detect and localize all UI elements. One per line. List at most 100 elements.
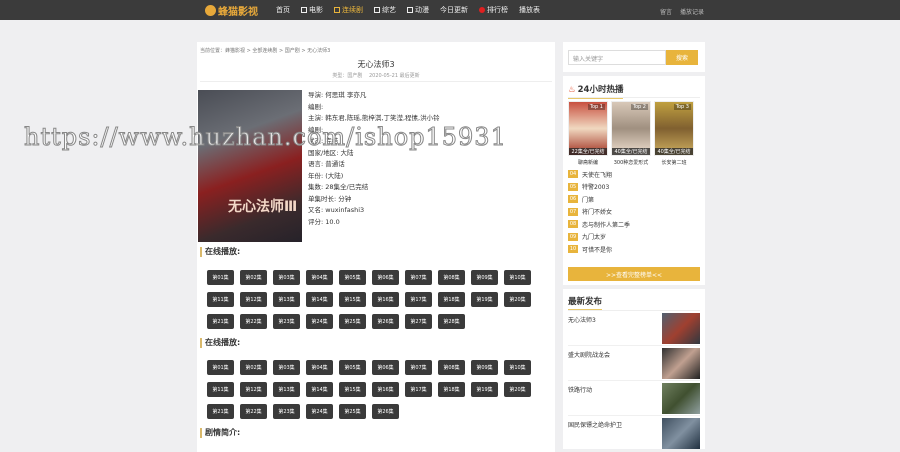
info-line: 年份: (大陆) xyxy=(308,171,344,180)
history-link[interactable]: 播放记录 xyxy=(680,7,704,16)
episode-button[interactable]: 第09集 xyxy=(471,270,498,285)
episode-button[interactable]: 第13集 xyxy=(273,292,300,307)
episode-button[interactable]: 第22集 xyxy=(240,404,267,419)
episode-button[interactable]: 第19集 xyxy=(471,382,498,397)
latest-item-title: 国民保镖之绝命护卫 xyxy=(568,422,623,429)
episode-button[interactable]: 第24集 xyxy=(306,404,333,419)
latest-item[interactable]: 无心法师3 xyxy=(568,313,700,346)
info-line: 单集时长: 分钟 xyxy=(308,194,352,203)
latest-item[interactable]: 盛大剧院战龙会 xyxy=(568,348,700,381)
episode-button[interactable]: 第04集 xyxy=(306,270,333,285)
latest-thumbnail[interactable] xyxy=(662,418,700,449)
latest-item[interactable]: 铁路行动 xyxy=(568,383,700,416)
latest-thumbnail[interactable] xyxy=(662,313,700,344)
episode-button[interactable]: 第10集 xyxy=(504,360,531,375)
movie-poster[interactable]: 无心法师Ⅲ xyxy=(198,90,302,242)
nav-item[interactable]: 播放表 xyxy=(519,5,540,15)
top-thumbnail[interactable]: Top 3 40集全/已完结 xyxy=(654,101,694,156)
rank-number: 07 xyxy=(568,207,578,216)
search-input[interactable]: 输入关键字 xyxy=(568,50,666,65)
episode-button[interactable]: 第07集 xyxy=(405,360,432,375)
episode-button[interactable]: 第26集 xyxy=(372,404,399,419)
episode-button[interactable]: 第12集 xyxy=(240,382,267,397)
nav-item[interactable]: 动漫 xyxy=(407,5,429,15)
episode-button[interactable]: 第05集 xyxy=(339,360,366,375)
episode-button[interactable]: 第03集 xyxy=(273,270,300,285)
episode-button[interactable]: 第16集 xyxy=(372,292,399,307)
episode-button[interactable]: 第01集 xyxy=(207,270,234,285)
episode-button[interactable]: 第19集 xyxy=(471,292,498,307)
episode-button[interactable]: 第14集 xyxy=(306,292,333,307)
top-item[interactable]: Top 3 40集全/已完结 长安第二班 xyxy=(654,101,694,166)
episode-button[interactable]: 第24集 xyxy=(306,314,333,329)
nav-item[interactable]: 连续剧 xyxy=(334,5,363,15)
site-logo[interactable]: 蜂猫影视 xyxy=(205,3,258,18)
rank-item[interactable]: 09 九门太岁 xyxy=(568,231,700,244)
rank-item[interactable]: 07 将门不娇女 xyxy=(568,206,700,219)
rank-item[interactable]: 04 天使在飞翔 xyxy=(568,168,700,181)
latest-thumbnail[interactable] xyxy=(662,383,700,414)
episode-button[interactable]: 第10集 xyxy=(504,270,531,285)
rank-item[interactable]: 05 特警2003 xyxy=(568,181,700,194)
episode-button[interactable]: 第23集 xyxy=(273,404,300,419)
episode-button[interactable]: 第25集 xyxy=(339,404,366,419)
top-item[interactable]: Top 1 22集全/已完结 聊斋新编 xyxy=(568,101,608,166)
episode-button[interactable]: 第08集 xyxy=(438,270,465,285)
episode-button[interactable]: 第26集 xyxy=(372,314,399,329)
episode-button[interactable]: 第14集 xyxy=(306,382,333,397)
episode-button[interactable]: 第08集 xyxy=(438,360,465,375)
episode-button[interactable]: 第23集 xyxy=(273,314,300,329)
episode-button[interactable]: 第18集 xyxy=(438,382,465,397)
episode-button[interactable]: 第06集 xyxy=(372,360,399,375)
rank-item[interactable]: 06 门第 xyxy=(568,193,700,206)
main-content: 当前位置：蜂猫影视 > 全部连续剧 > 国产剧 > 无心法师3 无心法师3 类型… xyxy=(197,42,555,452)
episode-button[interactable]: 第17集 xyxy=(405,292,432,307)
top-thumbnail[interactable]: Top 2 40集全/已完结 xyxy=(611,101,651,156)
episode-button[interactable]: 第13集 xyxy=(273,382,300,397)
nav-item[interactable]: 电影 xyxy=(301,5,323,15)
episode-button[interactable]: 第15集 xyxy=(339,382,366,397)
full-ranking-button[interactable]: >>查看完整榜单<< xyxy=(568,267,700,281)
rank-item[interactable]: 08 恋与制作人第二季 xyxy=(568,218,700,231)
episode-button[interactable]: 第22集 xyxy=(240,314,267,329)
episode-button[interactable]: 第21集 xyxy=(207,404,234,419)
top-item[interactable]: Top 2 40集全/已完结 300种恋爱形式 xyxy=(611,101,651,166)
page-title: 无心法师3 xyxy=(357,60,395,69)
nav-item[interactable]: 排行榜 xyxy=(479,5,508,15)
latest-thumbnail[interactable] xyxy=(662,348,700,379)
nav-item[interactable]: 综艺 xyxy=(374,5,396,15)
rank-title: 可惜不是你 xyxy=(582,246,613,254)
episode-button[interactable]: 第01集 xyxy=(207,360,234,375)
episode-button[interactable]: 第09集 xyxy=(471,360,498,375)
nav-item[interactable]: 首页 xyxy=(276,5,290,15)
episode-button[interactable]: 第11集 xyxy=(207,382,234,397)
episode-button[interactable]: 第20集 xyxy=(504,292,531,307)
episode-button[interactable]: 第18集 xyxy=(438,292,465,307)
search-button[interactable]: 搜索 xyxy=(666,50,698,65)
episode-button[interactable]: 第16集 xyxy=(372,382,399,397)
episode-button[interactable]: 第25集 xyxy=(339,314,366,329)
episode-button[interactable]: 第04集 xyxy=(306,360,333,375)
latest-item[interactable]: 国民保镖之绝命护卫 xyxy=(568,418,700,451)
episode-button[interactable]: 第28集 xyxy=(438,314,465,329)
top-thumbnail[interactable]: Top 1 22集全/已完结 xyxy=(568,101,608,156)
episode-button[interactable]: 第20集 xyxy=(504,382,531,397)
episode-button[interactable]: 第02集 xyxy=(240,270,267,285)
episode-button[interactable]: 第07集 xyxy=(405,270,432,285)
rank-item[interactable]: 10 可惜不是你 xyxy=(568,243,700,256)
episode-button[interactable]: 第15集 xyxy=(339,292,366,307)
episode-button[interactable]: 第02集 xyxy=(240,360,267,375)
episode-button[interactable]: 第17集 xyxy=(405,382,432,397)
episode-button[interactable]: 第27集 xyxy=(405,314,432,329)
episode-button[interactable]: 第12集 xyxy=(240,292,267,307)
rank-number: 04 xyxy=(568,170,578,179)
episode-button[interactable]: 第03集 xyxy=(273,360,300,375)
rank-title: 将门不娇女 xyxy=(582,209,613,217)
episode-button[interactable]: 第05集 xyxy=(339,270,366,285)
episode-button[interactable]: 第21集 xyxy=(207,314,234,329)
episode-button[interactable]: 第06集 xyxy=(372,270,399,285)
episode-button[interactable]: 第11集 xyxy=(207,292,234,307)
latest-panel: 最新发布 无心法师3 盛大剧院战龙会 铁路行动 国民保镖之绝命护卫 xyxy=(563,289,705,451)
nav-item[interactable]: 今日更新 xyxy=(440,5,468,15)
guestbook-link[interactable]: 留言 xyxy=(660,7,672,16)
